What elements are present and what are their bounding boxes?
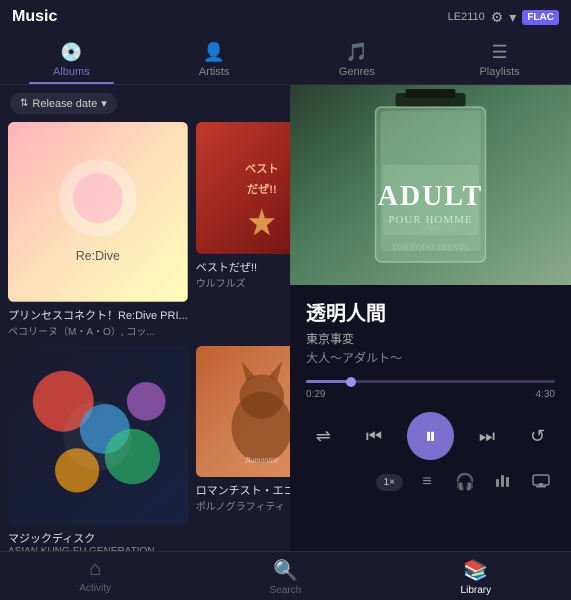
svg-text:ADULT: ADULT <box>378 181 483 212</box>
list-item[interactable]: ベスト だぜ!! ベストだぜ!! ウルフルズ <box>196 122 290 338</box>
bottom-nav-activity[interactable]: ⌂ Activity <box>0 558 190 596</box>
equalizer-button[interactable] <box>489 468 517 496</box>
bottom-nav: ⌂ Activity 🔍 Search 📚 Library <box>0 551 571 600</box>
svg-text:TOKYOINCIDENTS: TOKYOINCIDENTS <box>392 243 469 252</box>
filter-icon: ⇅ <box>20 98 28 109</box>
library-label: Library <box>461 585 492 596</box>
flac-badge: FLAC <box>522 10 559 25</box>
track-artist: 東京事変 <box>306 330 555 347</box>
speed-label: 1× <box>384 477 395 488</box>
repeat-button[interactable]: ↺ <box>520 418 555 454</box>
search-label: Search <box>270 585 302 596</box>
shuffle-icon: ⇌ <box>316 426 331 447</box>
top-bar: Music LE2110 ⚙ ▾ FLAC <box>0 0 571 34</box>
shuffle-button[interactable]: ⇌ <box>306 418 341 454</box>
album-cover: ベスト だぜ!! <box>196 122 290 254</box>
genres-icon: 🎵 <box>346 42 368 63</box>
artists-icon: 👤 <box>203 42 225 63</box>
albums-icon: 💿 <box>60 42 82 63</box>
album-artist: ウルフルズ <box>196 275 290 290</box>
gear-icon[interactable]: ⚙ <box>491 9 504 26</box>
filter-button[interactable]: ⇅ Release date ▾ <box>10 93 117 114</box>
nav-tabs: 💿 Albums 👤 Artists 🎵 Genres ☰ Playlists <box>0 34 571 85</box>
album-cover: Re:Dive <box>8 122 188 302</box>
album-art-svg: ADULT POUR HOMME TOKYOINCIDENTS <box>290 85 571 285</box>
headphone-icon: 🎧 <box>455 472 475 492</box>
now-playing-info: 透明人間 東京事変 大人〜アダルト〜 <box>290 285 571 372</box>
repeat-icon: ↺ <box>530 426 545 447</box>
svg-text:ベスト: ベスト <box>245 163 279 176</box>
current-time: 0:29 <box>306 389 325 400</box>
album-grid: Re:Dive プリンセスコネクト！Re:Dive PRI... ペコリーヌ（M… <box>0 122 290 551</box>
playlists-icon: ☰ <box>492 42 508 63</box>
tab-playlists-label: Playlists <box>479 66 519 78</box>
tab-albums-label: Albums <box>53 66 90 78</box>
search-icon: 🔍 <box>273 558 298 583</box>
cast-icon <box>532 471 550 494</box>
tab-artists[interactable]: 👤 Artists <box>143 34 286 84</box>
album-title: マジックディスク <box>8 530 188 546</box>
tab-genres-label: Genres <box>339 66 375 78</box>
play-pause-button[interactable]: ⏸ <box>407 412 453 460</box>
svg-text:Romantist: Romantist <box>244 455 279 464</box>
now-playing-art: ADULT POUR HOMME TOKYOINCIDENTS <box>290 85 571 285</box>
chevron-down-icon[interactable]: ▾ <box>509 9 516 26</box>
bottom-nav-search[interactable]: 🔍 Search <box>190 558 380 596</box>
right-panel: ADULT POUR HOMME TOKYOINCIDENTS 透明人間 東京事… <box>290 85 571 551</box>
album-artist: ペコリーヌ（M・A・O）, コッ... <box>8 323 188 338</box>
tab-playlists[interactable]: ☰ Playlists <box>428 34 571 84</box>
progress-bar[interactable] <box>306 380 555 383</box>
list-item[interactable]: Romantist ロマンチスト・エゴイスト ポルノグラフィティ <box>196 346 290 551</box>
pause-icon: ⏸ <box>425 423 436 449</box>
filter-label: Release date <box>32 98 97 110</box>
album-title: ベストだぜ!! <box>196 259 290 275</box>
total-time: 4:30 <box>536 389 555 400</box>
queue-button[interactable]: ≡ <box>413 468 441 496</box>
device-label: LE2110 <box>448 11 485 23</box>
progress-fill <box>306 380 351 383</box>
top-bar-right: LE2110 ⚙ ▾ FLAC <box>448 9 559 26</box>
bottom-nav-library[interactable]: 📚 Library <box>381 558 571 596</box>
speed-button[interactable]: 1× <box>376 474 403 491</box>
next-button[interactable]: ⏭ <box>470 418 505 454</box>
track-album: 大人〜アダルト〜 <box>306 349 555 366</box>
app-title: Music <box>12 8 57 26</box>
filter-bar: ⇅ Release date ▾ <box>0 85 290 122</box>
album-cover: Romantist <box>196 346 290 478</box>
prev-icon: ⏮ <box>366 426 382 447</box>
svg-text:だぜ!!: だぜ!! <box>247 183 277 196</box>
tab-genres[interactable]: 🎵 Genres <box>286 34 429 84</box>
extra-controls: 1× ≡ 🎧 <box>290 466 571 502</box>
progress-times: 0:29 4:30 <box>306 389 555 400</box>
svg-text:Re:Dive: Re:Dive <box>76 249 120 263</box>
queue-icon: ≡ <box>422 473 431 491</box>
main-content: ⇅ Release date ▾ <box>0 85 571 551</box>
album-title: プリンセスコネクト！Re:Dive PRI... <box>8 307 188 323</box>
filter-chevron-icon: ▾ <box>101 97 107 110</box>
list-item[interactable]: マジックディスク ASIAN KUNG-FU GENERATION <box>8 346 188 551</box>
cast-button[interactable] <box>527 468 555 496</box>
next-icon: ⏭ <box>479 426 495 447</box>
activity-icon: ⌂ <box>89 558 101 581</box>
progress-section: 0:29 4:30 <box>290 372 571 404</box>
progress-thumb <box>346 377 356 387</box>
headphone-button[interactable]: 🎧 <box>451 468 479 496</box>
player-controls: ⇌ ⏮ ⏸ ⏭ ↺ <box>290 404 571 466</box>
prev-button[interactable]: ⏮ <box>357 418 392 454</box>
activity-label: Activity <box>79 583 111 594</box>
list-item[interactable]: Re:Dive プリンセスコネクト！Re:Dive PRI... ペコリーヌ（M… <box>8 122 188 338</box>
left-panel: ⇅ Release date ▾ <box>0 85 290 551</box>
album-title: ロマンチスト・エゴイスト <box>196 482 290 498</box>
track-title: 透明人間 <box>306 297 555 326</box>
album-cover <box>8 346 188 526</box>
tab-artists-label: Artists <box>199 66 230 78</box>
tab-albums[interactable]: 💿 Albums <box>0 34 143 84</box>
equalizer-icon <box>494 471 512 494</box>
album-artist: ポルノグラフィティ <box>196 498 290 513</box>
library-icon: 📚 <box>463 558 488 583</box>
